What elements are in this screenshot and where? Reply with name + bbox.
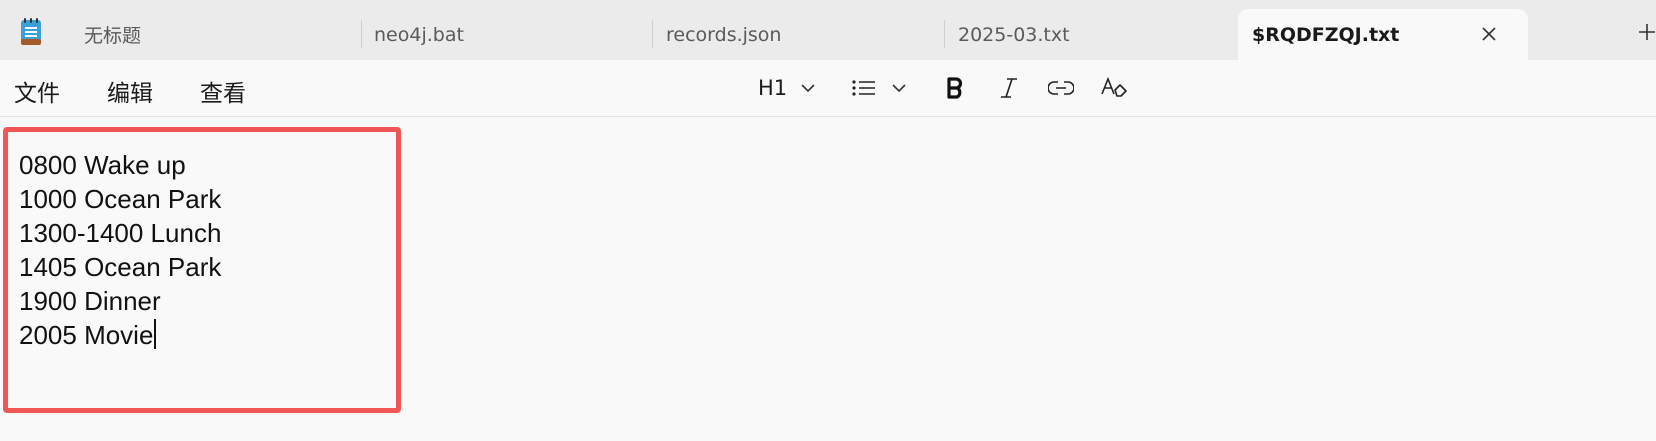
bold-icon (947, 77, 963, 99)
plus-icon[interactable] (1636, 21, 1656, 43)
tab-separator (652, 20, 653, 48)
menu-bar: 文件 编辑 查看 H1 (0, 60, 1656, 117)
tab-separator (944, 20, 945, 48)
italic-icon (1001, 78, 1017, 98)
text-line-last: 2005 Movie (19, 318, 221, 352)
tab-label: $RQDFZQJ.txt (1252, 23, 1400, 46)
tab-label: 无标题 (84, 25, 142, 47)
text-line: 1300-1400 Lunch (19, 218, 222, 248)
clear-formatting-icon (1101, 76, 1127, 97)
clear-formatting-button[interactable] (1098, 72, 1130, 104)
italic-button[interactable] (994, 72, 1024, 104)
tab-separator (361, 20, 362, 48)
tab-strip: 无标题 neo4j.bat records.json 2025-03.txt $… (0, 0, 1656, 60)
close-icon[interactable] (1478, 23, 1500, 45)
heading-level: H1 (758, 76, 788, 100)
list-icon (852, 80, 875, 96)
tab-2025-03-txt[interactable]: 2025-03.txt (958, 9, 1070, 60)
tab-records-json[interactable]: records.json (666, 9, 781, 60)
menu-view[interactable]: 查看 (200, 74, 246, 108)
text-line: 1405 Ocean Park (19, 252, 222, 282)
menu-file[interactable]: 文件 (14, 74, 60, 108)
notepad-app-icon (21, 18, 41, 45)
text-line: 1900 Dinner (19, 286, 161, 316)
chevron-down-icon (892, 84, 906, 93)
text-caret (154, 319, 157, 349)
menu-edit[interactable]: 编辑 (107, 74, 153, 108)
link-button[interactable] (1046, 72, 1076, 104)
tab-neo4j-bat[interactable]: neo4j.bat (374, 9, 464, 60)
tab-label: 2025-03.txt (958, 23, 1070, 46)
text-editor[interactable]: 0800 Wake up 1000 Ocean Park 1300-1400 L… (0, 118, 1656, 441)
tab-untitled[interactable]: 无标题 (84, 9, 141, 60)
editor-content[interactable]: 0800 Wake up 1000 Ocean Park 1300-1400 L… (19, 148, 221, 352)
text-line: 2005 Movie (19, 320, 154, 350)
tab-label: records.json (666, 23, 782, 46)
bold-button[interactable] (940, 72, 970, 104)
text-line: 1000 Ocean Park (19, 184, 222, 214)
notepad-window: 无标题 neo4j.bat records.json 2025-03.txt $… (0, 0, 1656, 441)
heading-dropdown[interactable]: H1 (758, 72, 818, 104)
chevron-down-icon (801, 84, 815, 93)
text-line: 0800 Wake up (19, 150, 186, 180)
tab-active-file[interactable]: $RQDFZQJ.txt (1238, 9, 1528, 60)
list-dropdown[interactable] (852, 72, 912, 104)
link-icon (1048, 81, 1074, 95)
tab-label: neo4j.bat (374, 23, 464, 46)
